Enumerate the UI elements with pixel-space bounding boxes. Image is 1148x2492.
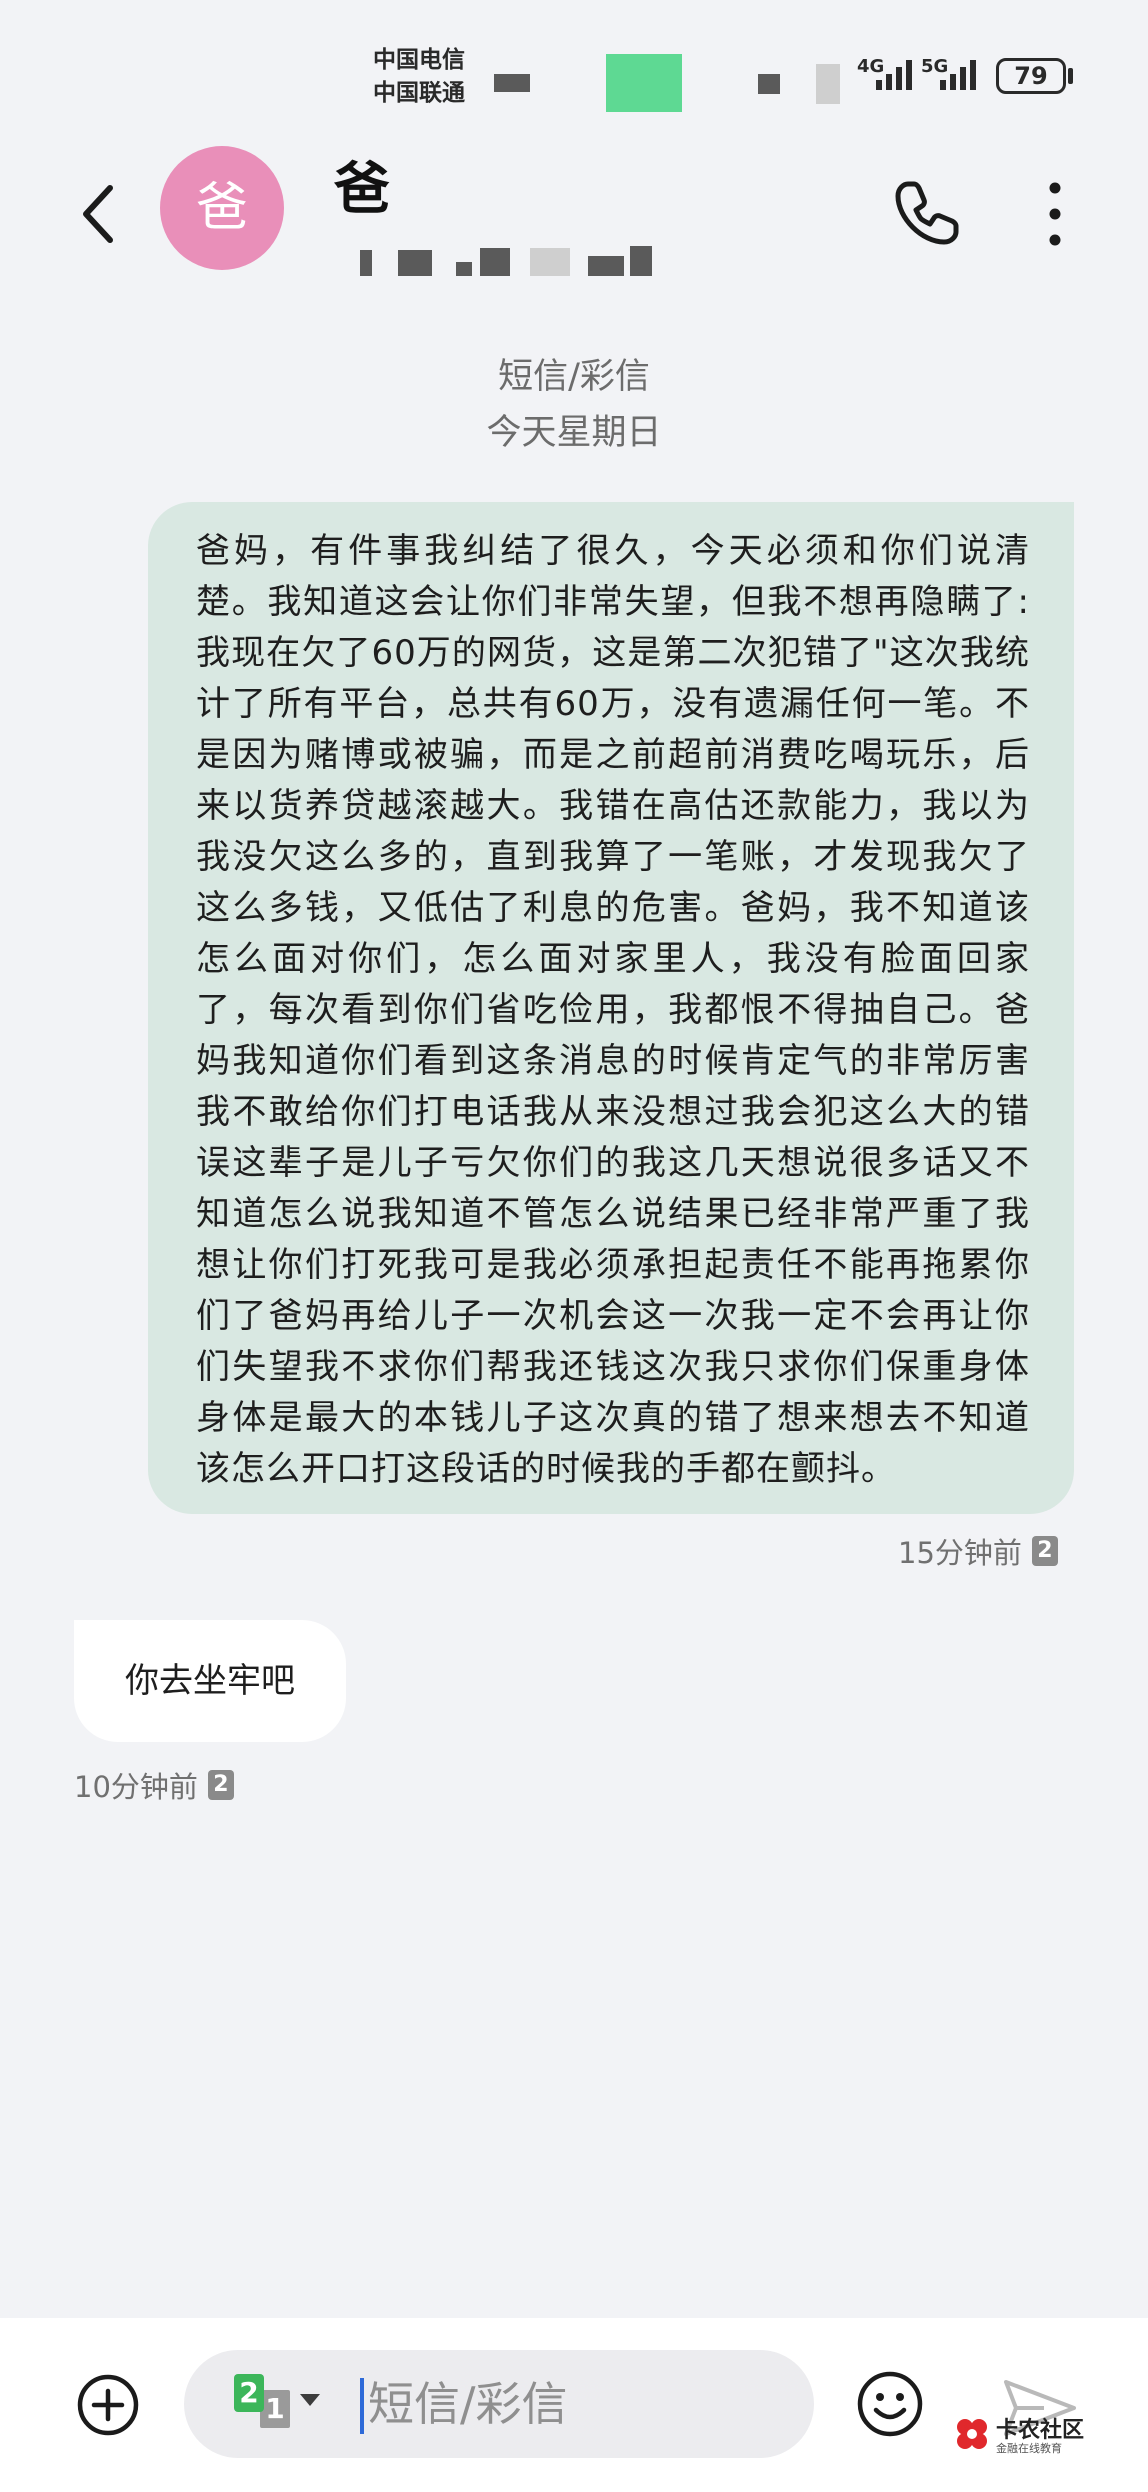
carrier-1-label: 中国电信 bbox=[373, 47, 465, 73]
redacted-block bbox=[606, 54, 682, 112]
sim-card-badge: 2 bbox=[1031, 1536, 1058, 1566]
avatar[interactable]: 爸 bbox=[160, 146, 284, 270]
redacted-block bbox=[494, 74, 530, 92]
compose-bar: 1 2 卡农社区 金融在线教育 bbox=[0, 2318, 1148, 2492]
more-vertical-icon bbox=[1049, 182, 1061, 246]
outgoing-message-bubble[interactable]: 爸妈，有件事我纠结了很久，今天必须和你们说清楚。我知道这会让你们非常失望，但我不… bbox=[148, 502, 1074, 1514]
carrier-2-label: 中国联通 bbox=[373, 80, 465, 106]
watermark: 卡农社区 金融在线教育 bbox=[952, 2410, 1132, 2466]
redacted-block bbox=[816, 64, 840, 104]
emoji-icon bbox=[857, 2371, 923, 2437]
contact-name[interactable]: 爸 bbox=[334, 144, 390, 225]
sim-switch-button[interactable]: 1 2 bbox=[234, 2374, 324, 2434]
plus-circle-icon bbox=[77, 2374, 139, 2436]
conversation-header: 爸 爸 bbox=[0, 130, 1148, 300]
battery-icon bbox=[1068, 68, 1073, 84]
watermark-subtitle: 金融在线教育 bbox=[996, 2442, 1062, 2455]
redacted-phone-number bbox=[360, 246, 780, 286]
redacted-block bbox=[758, 74, 780, 94]
status-bar: 中国电信 中国联通 4G 5G 79 bbox=[0, 0, 1148, 130]
channel-label: 短信/彩信 bbox=[498, 357, 650, 397]
attach-button[interactable] bbox=[76, 2373, 140, 2437]
more-options-button[interactable] bbox=[1030, 174, 1080, 254]
battery-level: 79 bbox=[996, 58, 1066, 94]
signal-strength-2-icon bbox=[940, 58, 976, 90]
carrier-labels: 中国电信 中国联通 bbox=[373, 44, 465, 110]
caret-down-icon bbox=[300, 2394, 320, 2406]
message-input[interactable] bbox=[368, 2368, 788, 2440]
back-button[interactable] bbox=[70, 174, 130, 254]
signal-strength-1-icon bbox=[876, 58, 912, 90]
sim-primary-icon: 2 bbox=[234, 2374, 264, 2412]
outgoing-message-meta: 15分钟前 2 bbox=[898, 1530, 1058, 1572]
incoming-message-bubble[interactable]: 你去坐牢吧 bbox=[74, 1620, 346, 1742]
sim-card-badge: 2 bbox=[207, 1770, 234, 1800]
incoming-message-meta: 10分钟前 2 bbox=[74, 1764, 234, 1806]
message-time: 10分钟前 bbox=[74, 1770, 198, 1804]
message-time: 15分钟前 bbox=[898, 1536, 1022, 1570]
text-cursor bbox=[360, 2378, 364, 2434]
kanong-logo-icon bbox=[957, 2419, 987, 2449]
emoji-button[interactable] bbox=[856, 2370, 924, 2438]
call-button[interactable] bbox=[886, 174, 966, 254]
compose-field: 1 2 bbox=[184, 2350, 814, 2458]
phone-icon bbox=[895, 181, 959, 245]
chevron-left-icon bbox=[83, 185, 113, 243]
date-label: 今天星期日 bbox=[486, 413, 662, 453]
